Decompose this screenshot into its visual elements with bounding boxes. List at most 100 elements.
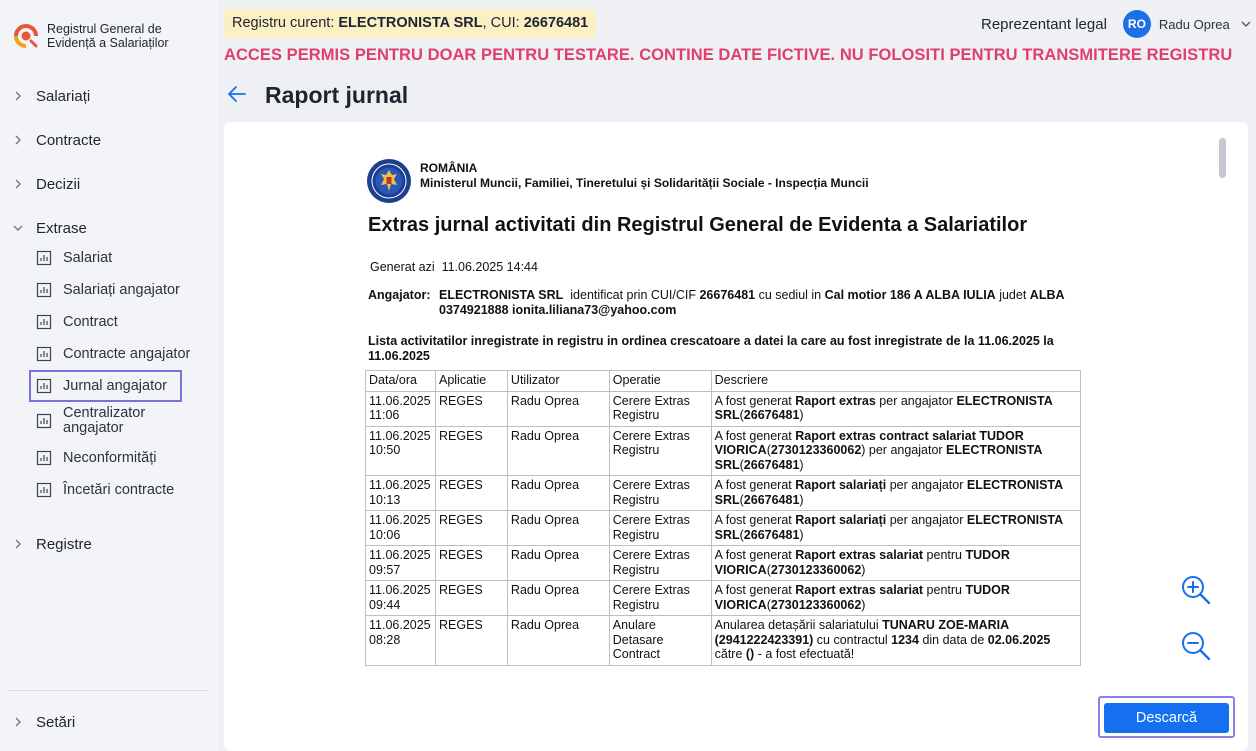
sidebar-subitem-jurnal-angajator[interactable]: Jurnal angajator [29, 370, 182, 402]
description-text: ) [861, 562, 866, 577]
description-text: ) [799, 457, 804, 472]
description-text: per angajator [875, 393, 957, 408]
employer-cui: 26676481 [699, 288, 756, 302]
download-button[interactable]: Descarcă [1104, 703, 1229, 733]
cell-app: REGES [434, 390, 508, 427]
description-bold: 26676481 [743, 527, 800, 542]
cell-user: Radu Oprea [506, 580, 610, 616]
column-header: Operatie [608, 370, 712, 392]
cell-app: REGES [434, 580, 508, 616]
extrase-submenu: Salariat Salariați angajator Contract Co… [0, 242, 218, 506]
employer-address: Cal motior 186 A ALBA IULIA [824, 288, 996, 302]
chevron-right-icon [12, 134, 24, 146]
chevron-down-icon [12, 222, 24, 234]
employer-block: Angajator: ELECTRONISTA SRL identificat … [368, 288, 1068, 318]
user-menu[interactable]: Reprezentant legal RO Radu Oprea [981, 10, 1252, 38]
registry-cui-label: , CUI: [482, 15, 524, 31]
journal-body: 11.06.2025 11:06 REGES Radu Oprea Cerere Ext… [365, 390, 1082, 666]
document-generated: Generat azi 11.06.2025 14:44 [370, 260, 538, 274]
cell-datetime: 11.06.2025 09:44 [365, 580, 436, 616]
report-chart-icon [36, 346, 52, 362]
cell-user: Radu Oprea [506, 510, 610, 546]
app-logo[interactable]: Registrul General de Evidență a Salariaț… [12, 22, 187, 50]
cell-app: REGES [434, 425, 508, 476]
cell-user: Radu Oprea [506, 615, 610, 666]
cell-description: A fost generat Raport extras salariat pe… [710, 580, 1082, 616]
sidebar-item-salariati[interactable]: Salariați [0, 82, 218, 110]
description-text: cu contractul [813, 632, 892, 647]
description-text: pentru [923, 583, 966, 597]
report-chart-icon [36, 413, 52, 429]
description-text: ) [861, 597, 866, 612]
cell-time: 09:57 [369, 562, 401, 577]
sidebar-item-label: Decizii [36, 175, 81, 193]
generated-value: 11.06.2025 14:44 [441, 260, 538, 274]
sidebar-item-decizii[interactable]: Decizii [0, 170, 218, 198]
scrollbar-thumb[interactable] [1219, 138, 1226, 178]
employer-phone: 0374921888 [439, 303, 509, 317]
document-viewer[interactable]: ROMÂNIA Ministerul Muncii, Familiei, Tin… [348, 148, 1124, 682]
cell-date: 11.06.2025 [369, 548, 431, 562]
description-bold: Raport extras [795, 393, 876, 408]
report-chart-icon [36, 250, 52, 266]
employer-county: ALBA [1029, 288, 1065, 302]
current-registry-badge: Registru curent: ELECTRONISTA SRL, CUI: … [224, 9, 597, 38]
table-row: 11.06.2025 09:44 REGES Radu Oprea Cerere Ext… [365, 580, 1082, 616]
back-arrow-icon[interactable] [226, 84, 248, 104]
cell-operation: Cerere Extras Registru [608, 580, 712, 616]
cell-operation: Cerere Extras Registru [608, 545, 712, 581]
cell-datetime: 11.06.2025 10:06 [365, 510, 436, 546]
sidebar-subitem-label: Jurnal angajator [63, 377, 167, 394]
sidebar-item-contracte[interactable]: Contracte [0, 126, 218, 154]
cell-description: A fost generat Raport extras contract sa… [710, 425, 1082, 476]
cell-app: REGES [434, 615, 508, 666]
sidebar-item-setari[interactable]: Setări [0, 708, 218, 736]
description-bold: Raport salariați [795, 513, 887, 527]
description-bold: 26676481 [743, 408, 800, 422]
zoom-out-icon[interactable] [1178, 628, 1214, 664]
app-logo-icon [14, 24, 38, 48]
cell-date: 11.06.2025 [369, 428, 431, 443]
table-row: 11.06.2025 08:28 REGES Radu Oprea Anulare De… [365, 615, 1082, 666]
description-bold: Raport extras salariat [795, 548, 924, 562]
chevron-right-icon [12, 90, 24, 102]
cell-operation: Cerere Extras Registru [608, 425, 712, 476]
sidebar-subitem-label: Salariați angajator [63, 281, 180, 298]
sidebar-subitem-contracte-angajator[interactable]: Contracte angajator [0, 338, 218, 370]
cell-app: REGES [434, 545, 508, 581]
sidebar-item-label: Contracte [36, 131, 102, 149]
sidebar-item-extrase[interactable]: Extrase [0, 214, 218, 242]
employer-details: ELECTRONISTA SRL identificat prin CUI/CI… [439, 288, 1068, 318]
cell-date: 11.06.2025 [369, 478, 431, 492]
cell-datetime: 11.06.2025 09:57 [365, 545, 436, 581]
document-title: Extras jurnal activitati din Registrul G… [368, 214, 1028, 236]
cell-app: REGES [434, 475, 508, 511]
sidebar-subitem-contract[interactable]: Contract [0, 306, 218, 338]
description-text: către [714, 647, 746, 661]
description-bold: Raport salariați [795, 478, 887, 492]
zoom-in-icon[interactable] [1178, 572, 1214, 608]
sidebar-subitem-neconformitati[interactable]: Neconformități [0, 442, 218, 474]
sidebar-subitem-incetari-contracte[interactable]: Încetări contracte [0, 474, 218, 506]
cell-operation: Anulare Detasare Contract [608, 615, 712, 666]
employer-county-text: judet [999, 288, 1027, 302]
cell-datetime: 11.06.2025 10:13 [365, 475, 436, 511]
sidebar-subitem-centralizator-angajator[interactable]: Centralizator angajator [0, 402, 218, 440]
sidebar-nav: Salariați Contracte Decizii Extrase Sala… [0, 82, 218, 574]
document-header: ROMÂNIA Ministerul Muncii, Familiei, Tin… [366, 158, 869, 204]
sidebar-subitem-salariati-angajator[interactable]: Salariați angajator [0, 274, 218, 306]
page-title: Raport jurnal [265, 82, 409, 108]
description-text: pentru [923, 548, 966, 562]
cell-user: Radu Oprea [506, 545, 610, 581]
document-country: ROMÂNIA [420, 161, 478, 175]
column-header: Aplicatie [434, 370, 508, 392]
description-text: ) [799, 408, 804, 422]
table-row: 11.06.2025 09:57 REGES Radu Oprea Cerere Ext… [365, 545, 1082, 581]
sidebar-item-registre[interactable]: Registre [0, 530, 218, 558]
sidebar-item-label: Salariați [36, 87, 91, 105]
sidebar-subitem-salariat[interactable]: Salariat [0, 242, 218, 274]
cell-time: 11:06 [369, 408, 400, 422]
cell-operation: Cerere Extras Registru [608, 475, 712, 511]
chevron-down-icon [1241, 21, 1251, 27]
description-bold: 2730123360062 [770, 443, 862, 457]
